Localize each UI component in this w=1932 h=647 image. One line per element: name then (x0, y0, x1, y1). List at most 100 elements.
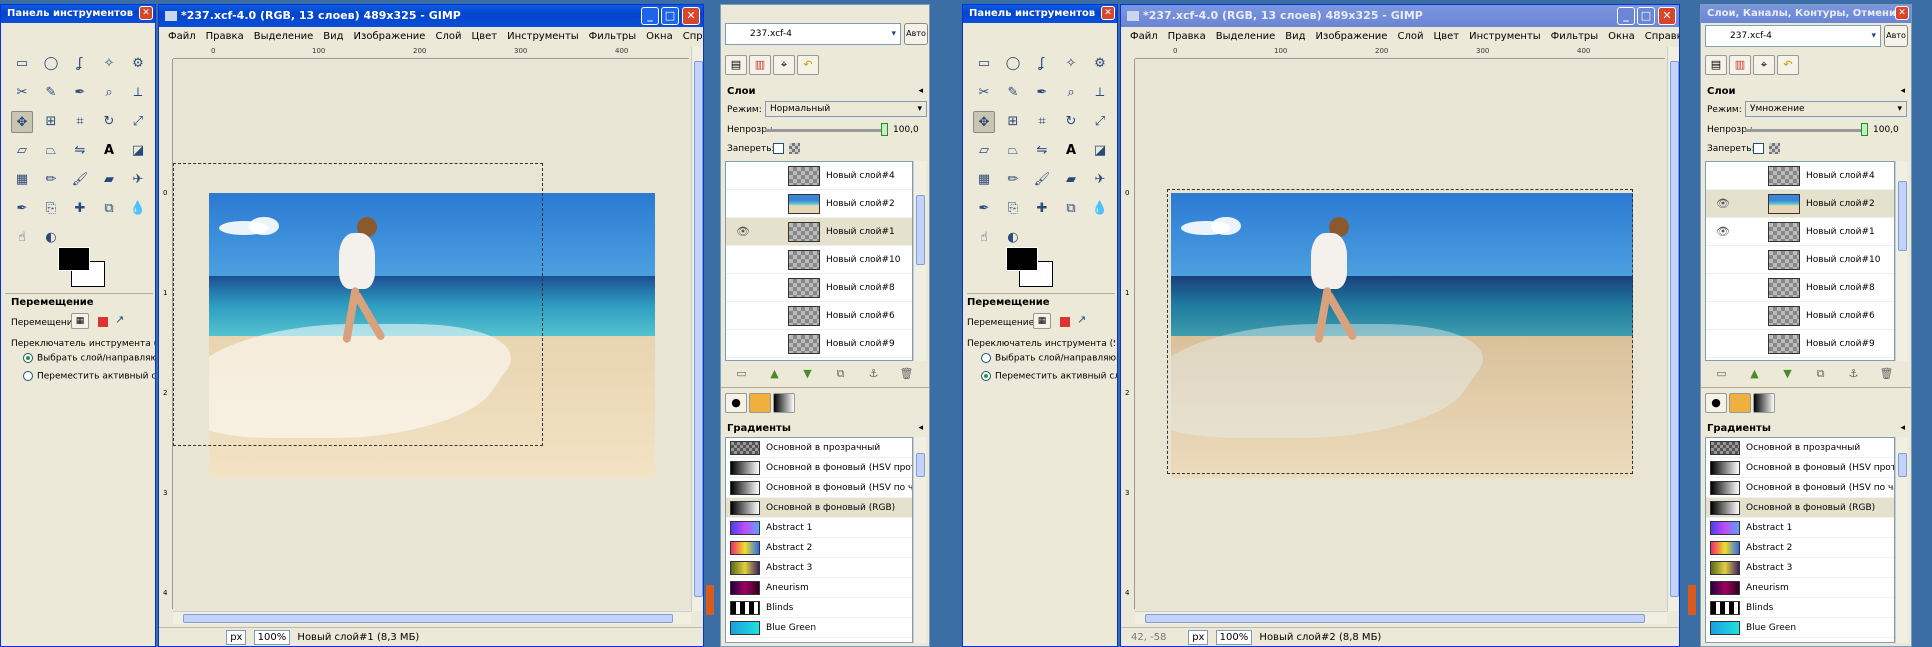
menu-item[interactable]: Цвет (1428, 31, 1464, 42)
move-path-icon[interactable]: ↗ (1077, 313, 1086, 326)
scroll-thumb[interactable] (916, 195, 925, 265)
menu-item[interactable]: Правка (201, 31, 249, 42)
patterns-tab-icon[interactable] (749, 393, 771, 413)
scissors-select-tool-icon[interactable]: ✂ (11, 82, 33, 104)
perspective-tool-icon[interactable]: ⏢ (1002, 140, 1024, 162)
undo-tab-icon[interactable]: ↶ (1777, 55, 1799, 75)
panel-menu-icon[interactable]: ◂ (1900, 86, 1905, 96)
foreground-color-front[interactable] (58, 247, 90, 271)
layers-list[interactable]: Новый слой#4 👁 Новый слой#2 👁 Новый слой#1 Но… (1705, 161, 1895, 361)
scroll-thumb[interactable] (1670, 61, 1679, 597)
mode-select[interactable]: Умножение ▾ (1745, 101, 1907, 117)
layer-row[interactable]: Новый слой#6 (1706, 302, 1894, 330)
airbrush-tool-icon[interactable]: ✈ (1089, 169, 1111, 191)
fuzzy-select-tool-icon[interactable]: ✧ (98, 53, 120, 75)
horizontal-scrollbar[interactable] (1135, 611, 1667, 624)
heal-tool-icon[interactable]: ✚ (1031, 198, 1053, 220)
lock-alpha-checkbox[interactable] (773, 143, 784, 154)
menu-item[interactable]: Файл (163, 31, 201, 42)
clone-tool-icon[interactable]: ⎘ (1002, 198, 1024, 220)
gradient-row[interactable]: Blinds (726, 598, 912, 618)
gradient-row[interactable]: Blue Green (1706, 618, 1894, 638)
move-layer-icon[interactable]: ▦ (1033, 313, 1051, 329)
free-select-tool-icon[interactable]: ʆ (69, 53, 91, 75)
scroll-thumb[interactable] (916, 453, 925, 477)
scroll-thumb[interactable] (1898, 453, 1907, 477)
radio-icon[interactable] (23, 371, 33, 381)
opacity-slider[interactable] (1745, 129, 1865, 132)
layer-row[interactable]: Новый слой#8 (1706, 274, 1894, 302)
new-layer-icon[interactable]: ▭ (725, 367, 758, 380)
vertical-scrollbar[interactable] (1667, 47, 1679, 611)
undo-tab-icon[interactable]: ↶ (797, 55, 819, 75)
gradients-tab-icon[interactable] (1753, 393, 1775, 413)
layer-row[interactable]: Новый слой#8 (726, 274, 912, 302)
eraser-tool-icon[interactable]: ▰ (98, 169, 120, 191)
gradient-row[interactable]: Основной в фоновый (HSV противь (726, 458, 912, 478)
duplicate-layer-icon[interactable]: ⧉ (1804, 367, 1837, 381)
image-select[interactable]: 237.xcf-4 ▾ (1705, 25, 1881, 47)
color-picker-tool-icon[interactable]: ✒ (69, 82, 91, 104)
gradient-row[interactable]: Основной в фоновый (RGB) (1706, 498, 1894, 518)
gradient-row[interactable]: Blinds (1706, 598, 1894, 618)
zoom-select[interactable]: 100% (253, 629, 291, 645)
channels-tab-icon[interactable]: ▥ (749, 55, 771, 75)
menu-item[interactable]: Изображение (1311, 31, 1393, 42)
radio-icon[interactable] (981, 353, 991, 363)
close-button[interactable]: ✕ (682, 7, 700, 25)
gradient-row[interactable]: Основной в фоновый (RGB) (726, 498, 912, 518)
visibility-eye-icon[interactable]: 👁 (1716, 190, 1730, 218)
gradient-row[interactable]: Основной в фоновый (HSV по часов (1706, 478, 1894, 498)
radio-icon[interactable] (23, 353, 33, 363)
minimize-button[interactable]: _ (1617, 7, 1635, 25)
unit-select[interactable]: px (226, 629, 247, 645)
layer-row[interactable]: Новый слой#9 (1706, 330, 1894, 358)
scroll-thumb[interactable] (1898, 181, 1907, 251)
gradient-row[interactable]: Abstract 3 (1706, 558, 1894, 578)
panel-menu-icon[interactable]: ◂ (1900, 423, 1905, 433)
blend-tool-icon[interactable]: ▦ (11, 169, 33, 191)
menu-item[interactable]: Файл (1125, 31, 1163, 42)
paintbrush-tool-icon[interactable]: 🖌 (1031, 169, 1053, 191)
flip-tool-icon[interactable]: ⇋ (69, 140, 91, 162)
scroll-thumb[interactable] (694, 61, 703, 597)
menu-item[interactable]: Фильтры (1546, 31, 1603, 42)
brushes-tab-icon[interactable]: ● (1705, 393, 1727, 413)
smudge-tool-icon[interactable]: ☝ (973, 227, 995, 249)
lower-layer-icon[interactable]: ▼ (791, 367, 824, 380)
gradient-row[interactable]: Abstract 1 (1706, 518, 1894, 538)
zoom-tool-icon[interactable]: ⌕ (98, 82, 120, 104)
gradient-row[interactable]: Основной в фоновый (HSV противо (1706, 458, 1894, 478)
close-icon[interactable]: ✕ (1101, 6, 1115, 20)
move-selection-icon[interactable] (98, 317, 108, 327)
paths-tab-icon[interactable]: ⌖ (1753, 55, 1775, 75)
visibility-eye-icon[interactable]: 👁 (736, 218, 750, 246)
layer-row[interactable]: Новый слой#10 (1706, 246, 1894, 274)
crop-tool-icon[interactable]: ⌗ (69, 111, 91, 133)
menu-item[interactable]: Инструменты (502, 31, 584, 42)
free-select-tool-icon[interactable]: ʆ (1031, 53, 1053, 75)
align-tool-icon[interactable]: ⊞ (40, 111, 62, 133)
flip-tool-icon[interactable]: ⇋ (1031, 140, 1053, 162)
mode-select[interactable]: Нормальный ▾ (765, 101, 927, 117)
maximize-button[interactable]: □ (661, 7, 679, 25)
minimize-button[interactable]: _ (641, 7, 659, 25)
by-color-select-tool-icon[interactable]: ⚙ (127, 53, 149, 75)
layer-row[interactable]: Новый слой#4 (1706, 162, 1894, 190)
gradient-row[interactable]: Основной в фоновый (HSV по часов (726, 478, 912, 498)
perspective-clone-tool-icon[interactable]: ⧉ (98, 198, 120, 220)
move-tool-icon[interactable]: ✥ (973, 111, 995, 133)
ellipse-select-tool-icon[interactable]: ◯ (40, 53, 62, 75)
opacity-value[interactable]: 100,0 (1873, 125, 1899, 135)
rotate-tool-icon[interactable]: ↻ (1060, 111, 1082, 133)
scroll-thumb[interactable] (1145, 614, 1645, 623)
menu-item[interactable]: Правка (1163, 31, 1211, 42)
convolve-tool-icon[interactable]: 💧 (127, 198, 149, 220)
color-picker-tool-icon[interactable]: ✒ (1031, 82, 1053, 104)
gradients-list[interactable]: Основной в прозрачный Основной в фоновый … (725, 437, 913, 643)
bucket-fill-tool-icon[interactable]: ◪ (127, 140, 149, 162)
perspective-tool-icon[interactable]: ⏢ (40, 140, 62, 162)
menu-item[interactable]: Фильтры (584, 31, 641, 42)
scroll-thumb[interactable] (183, 614, 673, 623)
close-icon[interactable]: ✕ (1895, 6, 1909, 20)
